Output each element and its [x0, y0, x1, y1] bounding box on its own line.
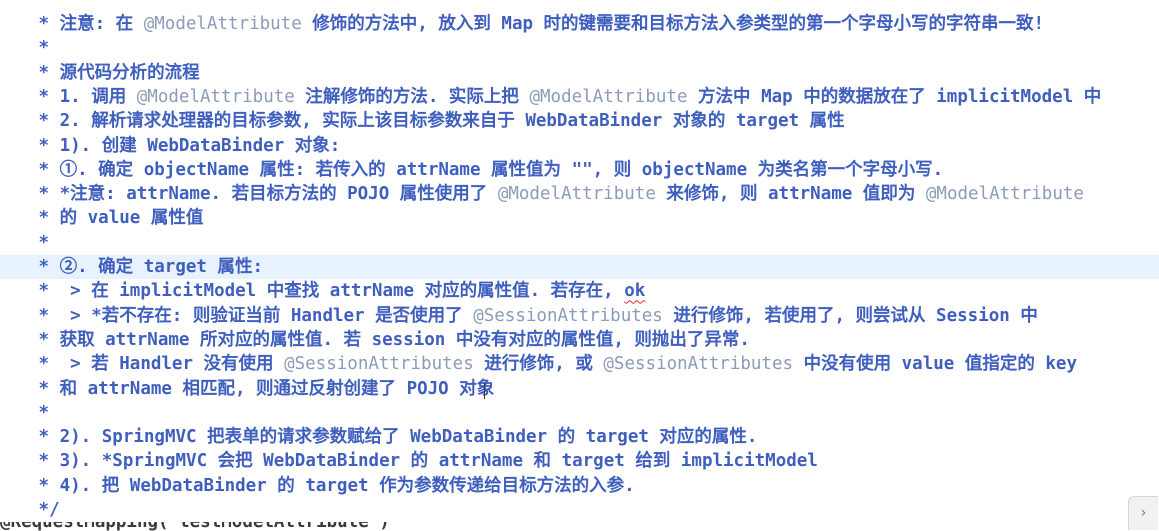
code-line[interactable]: * 2. 解析请求处理器的目标参数, 实际上该目标参数来自于 WebDataBi… [0, 109, 1159, 133]
partially-visible-code-line: @RequestMapping("testModelAttribute") [0, 522, 560, 531]
comment-text: 进行修饰, 或 [473, 354, 604, 375]
comment-text: * 2). SpringMVC 把表单的请求参数赋给了 WebDataBinde… [28, 427, 758, 448]
comment-text: * [28, 232, 50, 253]
comment-text: 来修饰, 则 attrName 值即为 [655, 184, 926, 205]
comment-text: * [28, 402, 50, 423]
code-line[interactable]: * *注意: attrName. 若目标方法的 POJO 属性使用了 @Mode… [0, 182, 1159, 206]
comment-text: * *注意: attrName. 若目标方法的 POJO 属性使用了 [28, 184, 498, 205]
annotation-token: @ModelAttribute [529, 86, 688, 107]
annotation-token: @ModelAttribute [143, 14, 302, 34]
comment-text: * [28, 38, 50, 59]
code-line[interactable]: * 3). *SpringMVC 会把 WebDataBinder 的 attr… [0, 449, 1159, 473]
comment-text: * 源代码分析的流程 [28, 62, 200, 83]
cutoff-line-text: @RequestMapping("testModelAttribute") [0, 522, 560, 531]
comment-text: * 注意: 在 [28, 14, 144, 34]
code-line[interactable]: * 注意: 在 @ModelAttribute 修饰的方法中, 放入到 Map … [0, 12, 1159, 36]
comment-text: * > *若不存在: 则验证当前 Handler 是否使用了 [28, 305, 474, 326]
code-line[interactable]: * [0, 401, 1159, 425]
code-editor[interactable]: * 注意: 在 @ModelAttribute 修饰的方法中, 放入到 Map … [0, 0, 1159, 531]
comment-text: * 1). 创建 WebDataBinder 对象: [28, 135, 341, 156]
comment-text: * ②. 确定 target 属性: [28, 257, 264, 277]
spellcheck-flagged-word: ok [624, 281, 646, 302]
overlay-arrow-button[interactable]: › [1128, 496, 1158, 530]
code-line[interactable]: * 1. 调用 @ModelAttribute 注解修饰的方法. 实际上把 @M… [0, 85, 1159, 109]
comment-text: * 3). *SpringMVC 会把 WebDataBinder 的 attr… [28, 451, 818, 472]
code-line[interactable]: * 的 value 属性值 [0, 206, 1159, 230]
comment-text: 中没有使用 value 值指定的 key [793, 354, 1077, 375]
code-line[interactable]: * 获取 attrName 所对应的属性值. 若 session 中没有对应的属… [0, 328, 1159, 352]
comment-text: 注解修饰的方法. 实际上把 [294, 86, 530, 107]
comment-text: * 获取 attrName 所对应的属性值. 若 session 中没有对应的属… [28, 329, 750, 350]
code-line[interactable]: * 2). SpringMVC 把表单的请求参数赋给了 WebDataBinde… [0, 425, 1159, 449]
code-line[interactable]: * ①. 确定 objectName 属性: 若传入的 attrName 属性值… [0, 158, 1159, 182]
annotation-token: @ModelAttribute [925, 184, 1084, 205]
comment-text: * 的 value 属性值 [28, 208, 204, 229]
comment-text: 进行修饰, 若使用了, 则尝试从 Session 中 [662, 305, 1038, 326]
annotation-token: @SessionAttributes [284, 354, 474, 375]
comment-text: * ①. 确定 objectName 属性: 若传入的 attrName 属性值… [28, 159, 944, 180]
comment-text: * 1. 调用 [28, 86, 137, 107]
comment-text: * > 若 Handler 没有使用 [28, 354, 285, 375]
comment-text: * 4). 把 WebDataBinder 的 target 作为参数传递给目标… [28, 475, 635, 496]
overlay-arrow-icon: › [1140, 505, 1147, 521]
comment-text: 方法中 Map 中的数据放在了 implicitModel 中 [687, 86, 1102, 107]
code-line[interactable]: * > 在 implicitModel 中查找 attrName 对应的属性值.… [0, 279, 1159, 303]
code-line[interactable]: * > 若 Handler 没有使用 @SessionAttributes 进行… [0, 352, 1159, 376]
code-line[interactable]: */ [0, 498, 1159, 522]
comment-text: * 2. 解析请求处理器的目标参数, 实际上该目标参数来自于 WebDataBi… [28, 111, 845, 132]
code-line[interactable]: * 1). 创建 WebDataBinder 对象: [0, 134, 1159, 158]
text-cursor [484, 383, 485, 399]
comment-text: * > 在 implicitModel 中查找 attrName 对应的属性值.… [28, 281, 625, 302]
annotation-token: @ModelAttribute [136, 86, 295, 107]
annotation-token: @ModelAttribute [497, 184, 656, 205]
comment-text: * 和 attrName 相匹配, 则通过反射创建了 POJO 对象 [28, 378, 495, 399]
code-line[interactable]: * 4). 把 WebDataBinder 的 target 作为参数传递给目标… [0, 474, 1159, 498]
comment-text: 修饰的方法中, 放入到 Map 时的键需要和目标方法入参类型的第一个字母小写的字… [301, 14, 1045, 34]
code-line[interactable]: * 和 attrName 相匹配, 则通过反射创建了 POJO 对象 [0, 377, 1159, 401]
annotation-token: @SessionAttributes [603, 354, 794, 375]
code-line[interactable]: * [0, 36, 1159, 60]
current-code-line[interactable]: * ②. 确定 target 属性: [0, 255, 1159, 279]
annotation-token: @SessionAttributes [473, 305, 663, 326]
code-line[interactable]: * [0, 231, 1159, 255]
code-line[interactable]: * 源代码分析的流程 [0, 61, 1159, 85]
code-line[interactable]: * > *若不存在: 则验证当前 Handler 是否使用了 @SessionA… [0, 304, 1159, 328]
comment-text: */ [28, 500, 60, 520]
